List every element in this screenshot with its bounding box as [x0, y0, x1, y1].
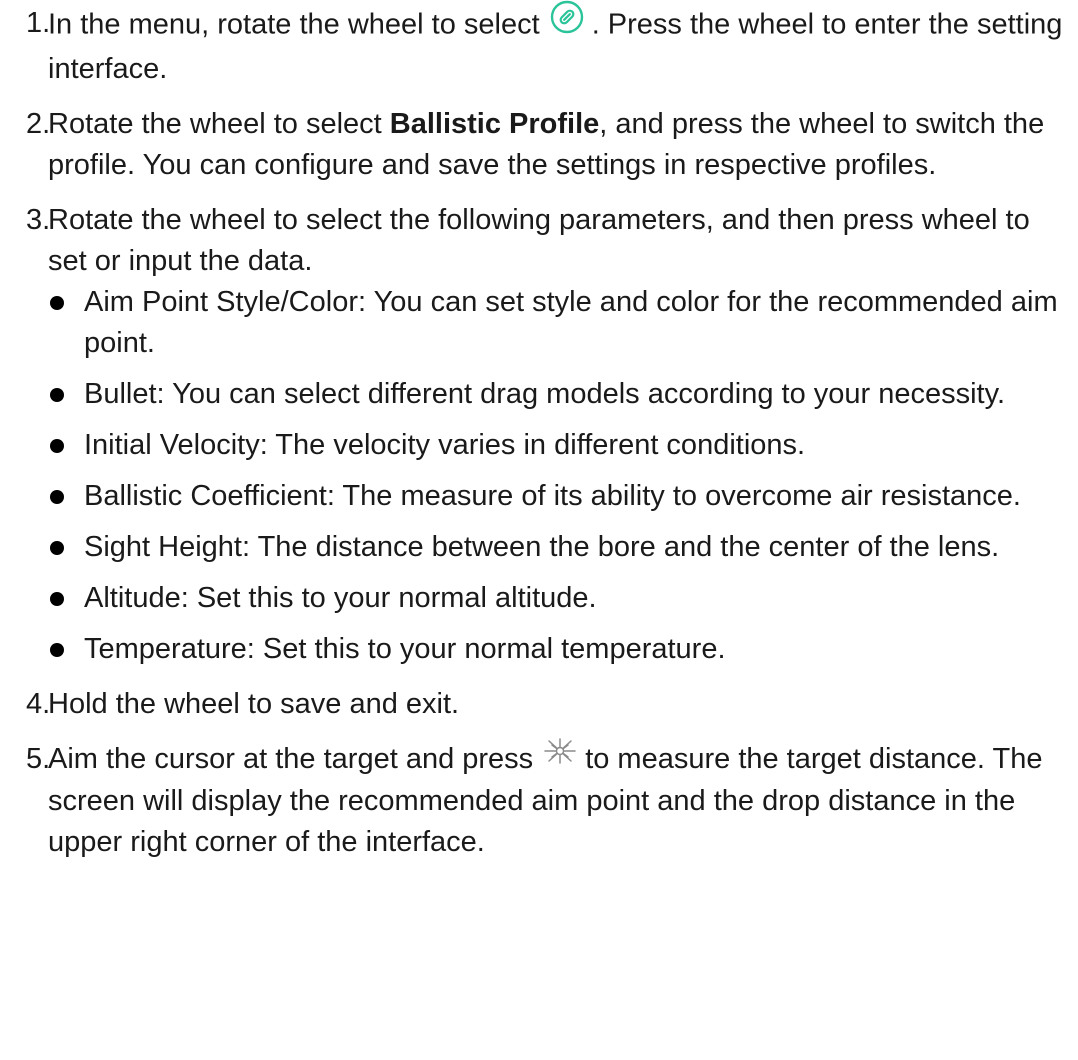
bullet-dot-icon: [50, 388, 64, 402]
bullet-dot-icon: [50, 490, 64, 504]
list-item: Bullet: You can select different drag mo…: [48, 374, 1072, 415]
list-item-text: Initial Velocity: The velocity varies in…: [84, 429, 806, 461]
step-number: 5.: [26, 743, 51, 775]
bullet-dot-icon: [50, 439, 64, 453]
step-number: 3.: [26, 204, 51, 236]
list-item: Initial Velocity: The velocity varies in…: [48, 425, 1072, 466]
step-4: 4. Hold the wheel to save and exit.: [26, 684, 1072, 725]
parameter-list: Aim Point Style/Color: You can set style…: [48, 282, 1072, 670]
step-number: 1.: [26, 7, 51, 39]
step-number: 2.: [26, 108, 51, 140]
ballistic-wrench-circle-icon: [550, 0, 584, 46]
step-text: In the menu, rotate the wheel to select: [48, 8, 540, 41]
step-3: 3. Rotate the wheel to select the follow…: [26, 200, 1072, 670]
laser-rangefinder-icon: [541, 736, 579, 778]
list-item: Altitude: Set this to your normal altitu…: [48, 578, 1072, 619]
list-item: Temperature: Set this to your normal tem…: [48, 629, 1072, 670]
bullet-dot-icon: [50, 643, 64, 657]
list-item-text: Aim Point Style/Color: You can set style…: [84, 286, 1058, 359]
step-text: Rotate the wheel to select the following…: [48, 204, 1030, 277]
step-text: Rotate the wheel to select: [48, 108, 390, 140]
step-body: Rotate the wheel to select Ballistic Pro…: [48, 104, 1072, 186]
step-1: 1. In the menu, rotate the wheel to sele…: [26, 0, 1072, 90]
step-body: In the menu, rotate the wheel to select …: [48, 0, 1072, 90]
bullet-dot-icon: [50, 541, 64, 555]
ballistic-profile-term: Ballistic Profile: [389, 108, 600, 140]
step-body: Hold the wheel to save and exit.: [48, 684, 1072, 725]
step-2: 2. Rotate the wheel to select Ballistic …: [26, 104, 1072, 186]
list-item-text: Bullet: You can select different drag mo…: [84, 378, 1006, 410]
step-number: 4.: [26, 688, 51, 720]
list-item-text: Altitude: Set this to your normal altitu…: [84, 582, 597, 614]
list-item-text: Ballistic Coefficient: The measure of it…: [84, 480, 1021, 512]
list-item: Ballistic Coefficient: The measure of it…: [48, 476, 1072, 517]
bullet-dot-icon: [50, 296, 64, 310]
bullet-dot-icon: [50, 592, 64, 606]
list-item-text: Sight Height: The distance between the b…: [84, 531, 1000, 563]
step-text: Hold the wheel to save and exit.: [48, 688, 460, 720]
list-item: Aim Point Style/Color: You can set style…: [48, 282, 1072, 364]
step-body: Rotate the wheel to select the following…: [48, 200, 1072, 282]
instruction-steps: 1. In the menu, rotate the wheel to sele…: [26, 0, 1072, 877]
step-body: Aim the cursor at the target and press t…: [48, 736, 1072, 863]
step-5: 5. Aim the cursor at the target and pres…: [26, 736, 1072, 863]
step-text: Aim the cursor at the target and press: [48, 743, 534, 775]
list-item: Sight Height: The distance between the b…: [48, 527, 1072, 568]
list-item-text: Temperature: Set this to your normal tem…: [84, 633, 726, 665]
